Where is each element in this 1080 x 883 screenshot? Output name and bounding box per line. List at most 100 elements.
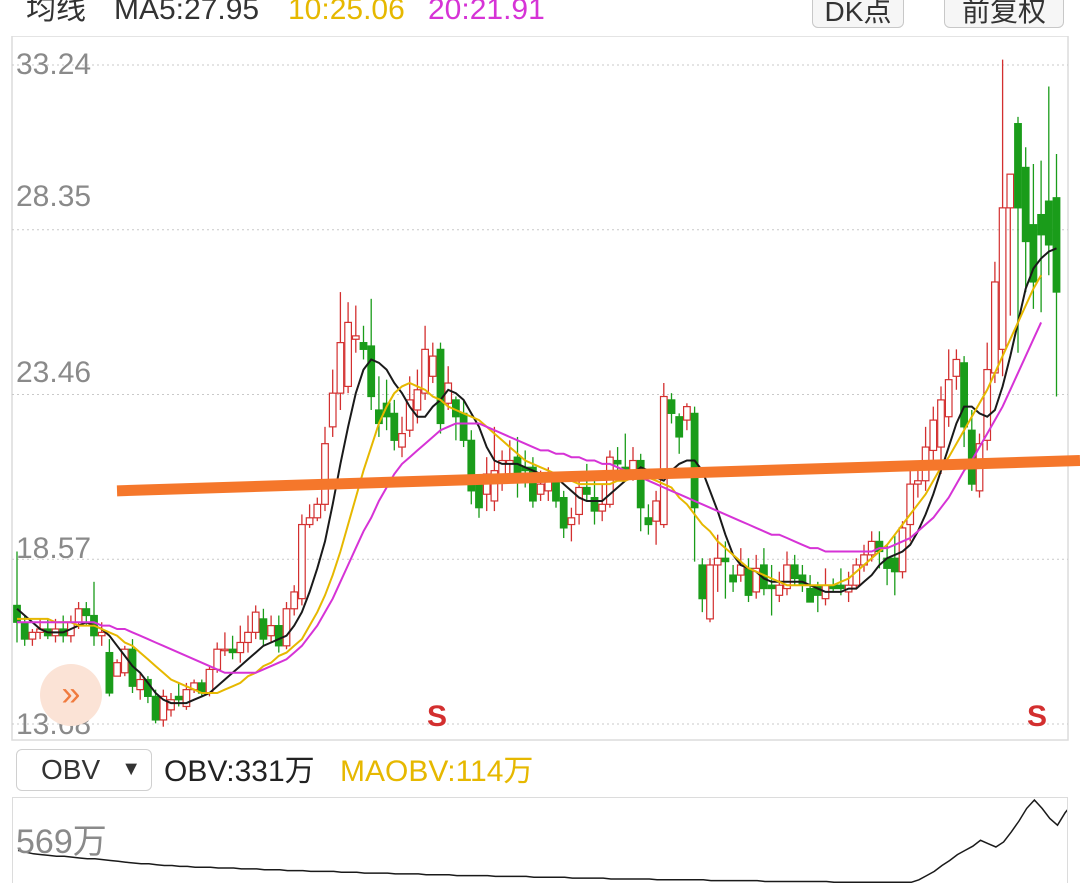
candle-body [667,399,676,414]
candle-body [644,517,653,526]
candle-body [590,496,599,512]
candle-body [344,321,352,388]
ma10-value: 10:25.06 [288,0,405,26]
candle-body [398,432,406,448]
candle-body [351,335,360,340]
candle-body [1037,213,1046,236]
candle-body [952,358,961,377]
candle-body [1052,197,1061,293]
candle-body [836,584,845,590]
candle-body [290,591,299,610]
obv-line [17,798,1067,883]
candle-body [867,540,876,556]
candle-body [221,648,229,652]
candle-body [82,608,91,617]
candle-body [767,584,776,590]
indicator-selected-value: OBV [41,754,101,785]
candle-body [74,608,83,623]
candle-body [652,500,660,522]
dk-point-button[interactable]: DK点 [812,0,904,28]
candle-body [244,631,252,644]
candle-body [1014,123,1022,209]
candle-body [228,648,237,654]
candle-body [390,412,399,441]
candle-body [575,486,583,516]
candle-body [1021,166,1030,243]
candle-body [313,503,322,519]
y-tick-label-1: 28.35 [16,180,92,213]
candle-body [305,517,314,526]
obv-chart [17,798,1067,883]
indicator-select[interactable]: OBV ▼ [16,749,152,791]
candle-body [944,379,953,418]
candle-body [567,517,576,526]
candle-body [113,662,122,677]
candle-body [559,496,568,529]
ma-legend-bar: 均线 MA5:27.95 10:25.06 20:21.91 DK点 前复权 [0,0,1080,36]
candle-body [136,678,145,691]
obv-value: OBV:331万 [164,755,315,788]
candle-body [721,557,730,563]
candle-body [298,523,306,600]
candle-body [328,392,337,428]
candle-body [459,412,468,441]
candle-body [259,618,268,640]
candle-body [336,342,345,394]
candle-body [890,557,899,573]
candle-body [536,483,545,495]
candle-body [806,587,814,603]
caret-down-icon: ▼ [121,758,141,780]
obv-max-label: 569万 [16,823,107,861]
candle-body [713,557,722,566]
candle-body [274,625,283,647]
candle-body [251,611,260,633]
candles [13,59,1061,727]
candle-body [598,503,607,512]
candle-body [929,419,938,452]
candle-body [698,564,707,600]
candle-body [267,625,275,637]
candle-body [213,648,222,671]
candle-body [20,621,29,640]
candle-body [105,651,114,694]
candle-body [174,695,183,701]
candle-body [852,564,861,586]
candle-body [675,416,684,438]
ma5-value: MA5:27.95 [114,0,260,26]
candlestick-chart[interactable] [0,36,1080,742]
candle-body [367,345,376,398]
candle-body [321,443,329,505]
candle-body [582,486,591,495]
candle-body [552,480,560,502]
candle-body [937,399,945,448]
candle-body [729,574,737,583]
y-tick-label-2: 23.46 [16,356,92,389]
signal-s-mark: S [1027,700,1048,733]
double-chevron-right-icon[interactable]: » [40,664,102,726]
candle-body [659,395,668,526]
y-tick-label-3: 18.57 [16,532,92,565]
maobv-value: MAOBV:114万 [340,755,534,788]
candle-body [205,668,214,694]
candle-body [359,342,368,350]
candle-body [990,281,999,374]
candle-body [413,389,422,411]
signal-s-mark: S [427,700,448,733]
ma-title: 均线 [26,0,86,26]
candle-body [151,695,160,721]
candle-body [790,564,799,580]
ma20-value: 20:21.91 [428,0,545,26]
candle-body [682,406,691,421]
candle-body [913,480,922,485]
forward-adjust-button[interactable]: 前复权 [944,0,1064,28]
obv-panel [12,797,1068,883]
candle-body [613,459,622,465]
candle-body [97,631,106,637]
candle-body [1044,200,1053,246]
candle-body [706,564,714,620]
candle-body [998,207,1007,350]
candle-body [421,348,429,394]
candle-body [428,355,437,377]
candle-body [28,631,37,640]
candle-body [436,348,445,425]
